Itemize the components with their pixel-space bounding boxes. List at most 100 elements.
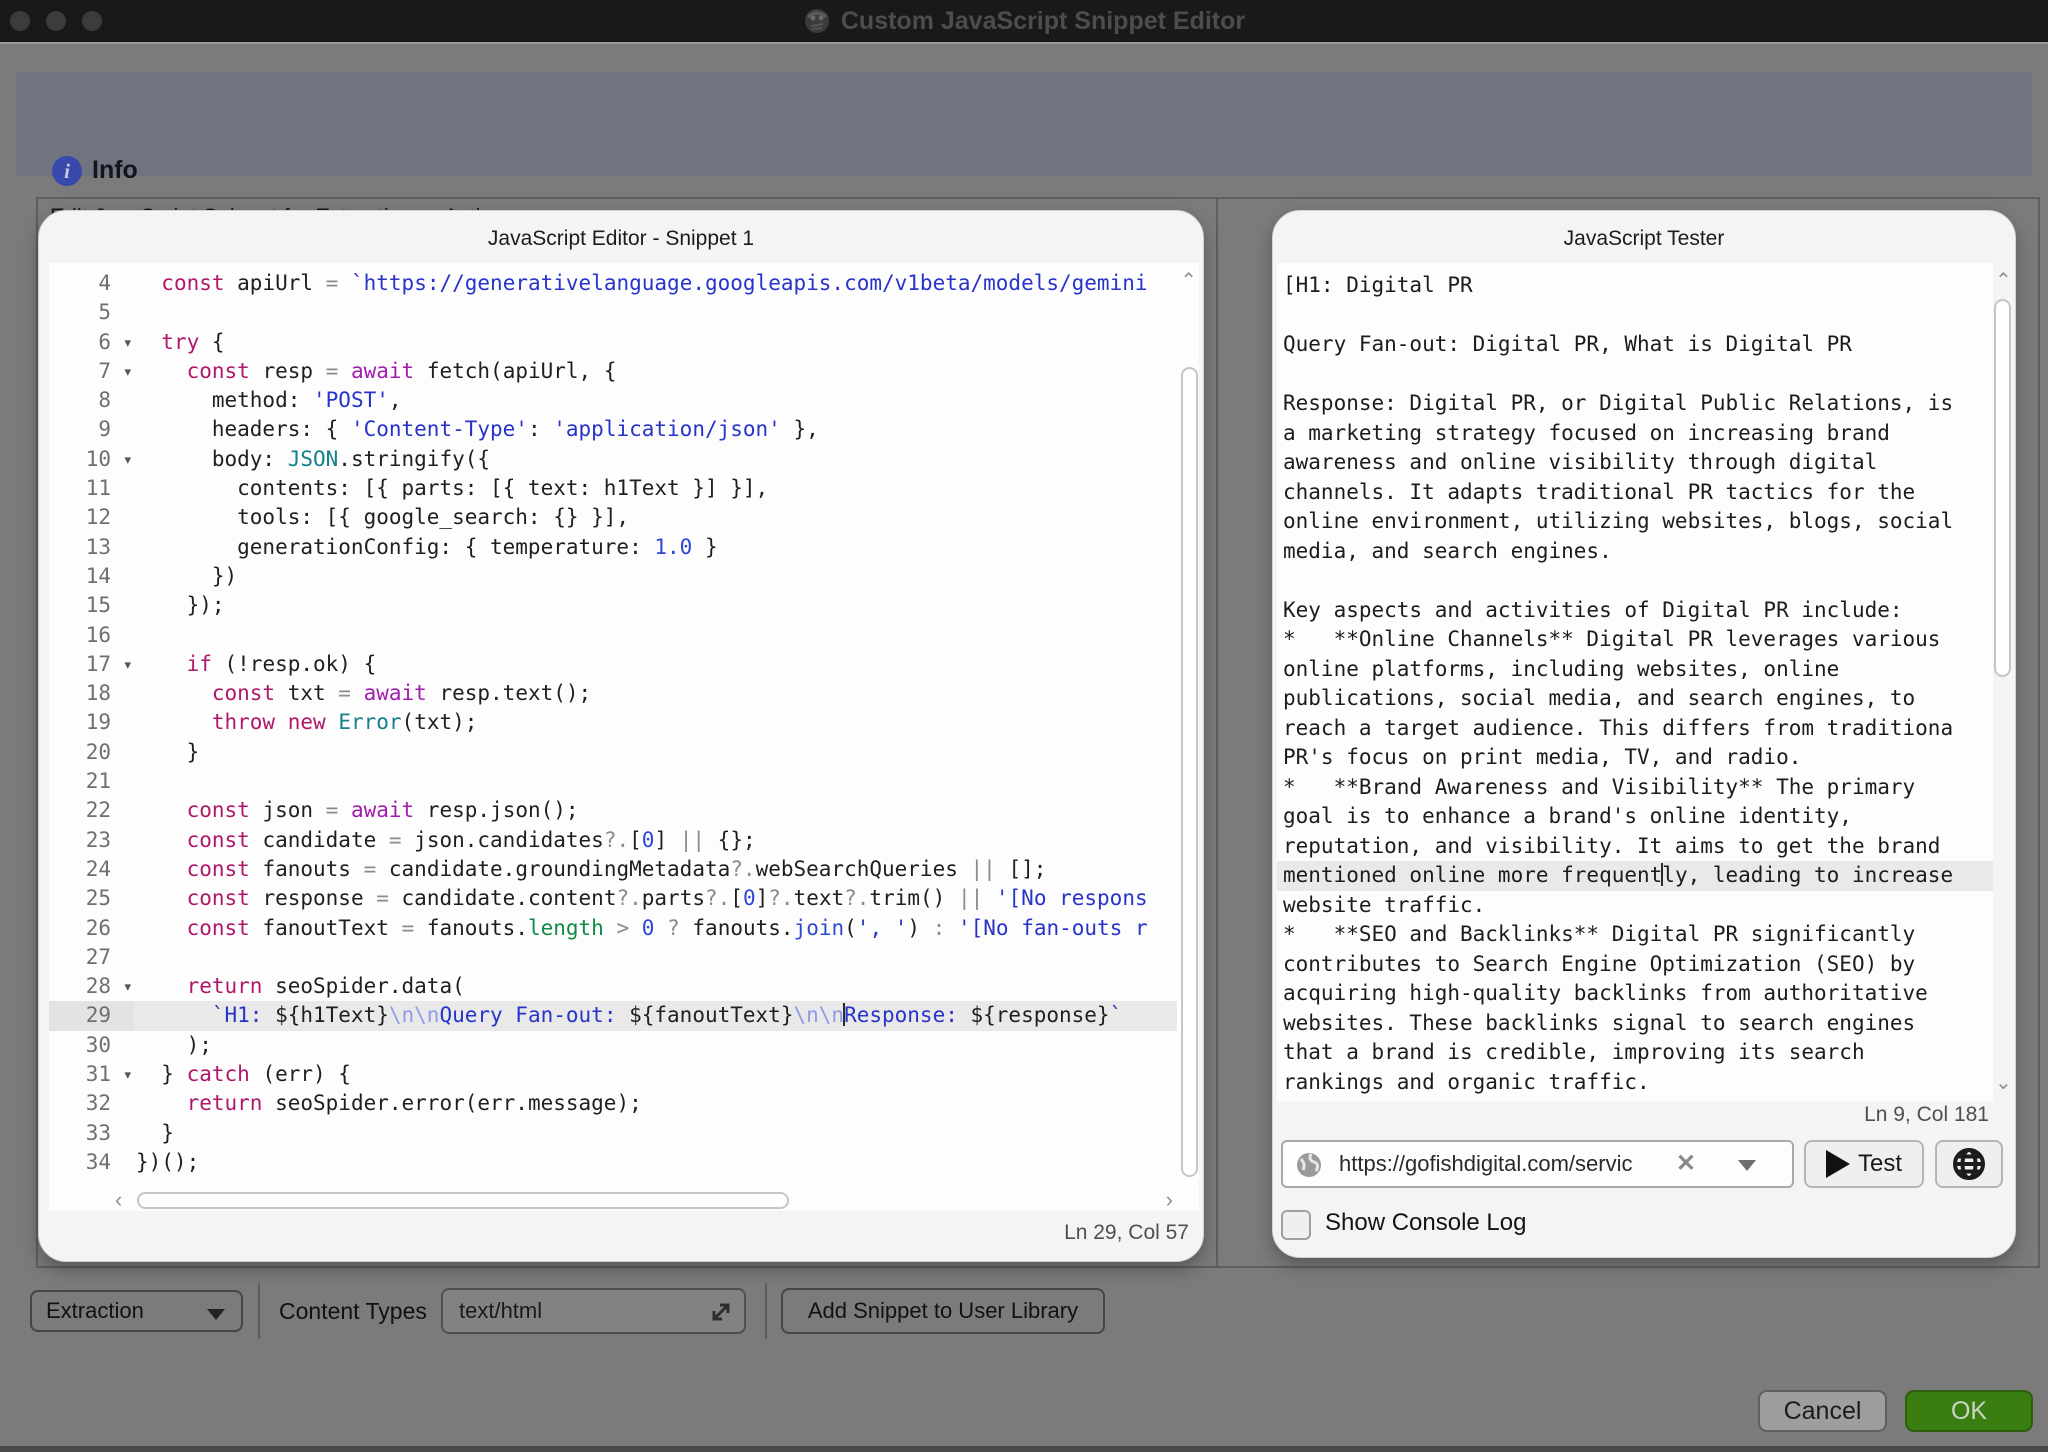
gutter-line-number: 17▾ xyxy=(49,650,133,679)
code-editor-area[interactable]: 456▾7▾8910▾11121314151617▾18192021222324… xyxy=(49,263,1199,1211)
fold-marker-icon[interactable]: ▾ xyxy=(124,650,131,679)
tester-line[interactable]: Key aspects and activities of Digital PR… xyxy=(1277,596,1993,626)
tester-line[interactable]: * **Online Channels** Digital PR leverag… xyxy=(1277,625,1993,655)
play-icon xyxy=(1826,1150,1850,1178)
code-line[interactable]: throw new Error(txt); xyxy=(133,708,1177,737)
code-line[interactable]: const resp = await fetch(apiUrl, { xyxy=(133,357,1177,386)
tester-line[interactable]: * **Brand Awareness and Visibility** The… xyxy=(1277,773,1993,803)
url-dropdown-icon[interactable] xyxy=(1738,1160,1756,1171)
code-line[interactable]: contents: [{ parts: [{ text: h1Text }] }… xyxy=(133,474,1177,503)
tester-line[interactable]: reach a target audience. This differs fr… xyxy=(1277,714,1993,744)
code-line[interactable]: }) xyxy=(133,562,1177,591)
code-line[interactable]: body: JSON.stringify({ xyxy=(133,445,1177,474)
tester-line[interactable]: websites. These backlinks signal to sear… xyxy=(1277,1009,1993,1039)
tester-line[interactable]: media, and search engines. xyxy=(1277,537,1993,567)
code-line[interactable]: } xyxy=(133,1119,1177,1148)
fold-marker-icon[interactable]: ▾ xyxy=(124,972,131,1001)
code-line[interactable]: return seoSpider.data( xyxy=(133,972,1177,1001)
panel-split-divider[interactable] xyxy=(1216,197,1218,1268)
tester-line[interactable]: rankings and organic traffic. xyxy=(1277,1068,1993,1098)
test-button[interactable]: Test xyxy=(1804,1140,1924,1188)
code-line[interactable]: if (!resp.ok) { xyxy=(133,650,1177,679)
content-types-input[interactable]: text/html xyxy=(441,1288,746,1334)
code-line[interactable]: const fanoutText = fanouts.length > 0 ? … xyxy=(133,914,1177,943)
code-line[interactable]: } catch (err) { xyxy=(133,1060,1177,1089)
tester-scroll-up-icon[interactable]: ⌃ xyxy=(1995,271,2012,291)
tester-line[interactable]: online environment, utilizing websites, … xyxy=(1277,507,1993,537)
chevron-down-icon xyxy=(207,1309,225,1320)
code-line[interactable]: } xyxy=(133,738,1177,767)
tester-line[interactable] xyxy=(1277,360,1993,390)
tester-line[interactable]: goal is to enhance a brand's online iden… xyxy=(1277,802,1993,832)
tester-line[interactable] xyxy=(1277,566,1993,596)
fold-marker-icon[interactable]: ▾ xyxy=(124,445,131,474)
tester-line[interactable]: [H1: Digital PR xyxy=(1277,271,1993,301)
code-line[interactable]: const fanouts = candidate.groundingMetad… xyxy=(133,855,1177,884)
tester-output-area[interactable]: [H1: Digital PR Query Fan-out: Digital PR… xyxy=(1277,263,1993,1101)
tester-line[interactable] xyxy=(1277,301,1993,331)
code-line[interactable]: `H1: ${h1Text}\n\nQuery Fan-out: ${fanou… xyxy=(133,1001,1177,1030)
add-snippet-to-user-library-button[interactable]: Add Snippet to User Library xyxy=(781,1288,1105,1334)
code-line[interactable]: }); xyxy=(133,591,1177,620)
clear-url-icon[interactable]: ✕ xyxy=(1676,1149,1696,1178)
extraction-select-value: Extraction xyxy=(46,1298,144,1324)
editor-vertical-scrollbar[interactable] xyxy=(1181,367,1198,1177)
code-line[interactable]: tools: [{ google_search: {} }], xyxy=(133,503,1177,532)
tester-vertical-scrollbar[interactable] xyxy=(1994,299,2011,677)
code-line[interactable]: return seoSpider.error(err.message); xyxy=(133,1089,1177,1118)
fold-marker-icon[interactable]: ▾ xyxy=(124,357,131,386)
tester-line[interactable]: Response: Digital PR, or Digital Public … xyxy=(1277,389,1993,419)
code-line[interactable] xyxy=(133,298,1177,327)
code-line[interactable]: const json = await resp.json(); xyxy=(133,796,1177,825)
tester-line[interactable]: acquiring high-quality backlinks from au… xyxy=(1277,979,1993,1009)
gutter-line-number: 9 xyxy=(49,415,133,444)
tester-line[interactable]: online platforms, including websites, on… xyxy=(1277,655,1993,685)
editor-scroll-left-icon[interactable]: ‹ xyxy=(115,1187,122,1211)
cancel-button[interactable]: Cancel xyxy=(1758,1390,1887,1432)
tester-line[interactable]: awareness and online visibility through … xyxy=(1277,448,1993,478)
tester-line[interactable]: PR's focus on print media, TV, and radio… xyxy=(1277,743,1993,773)
code-line[interactable] xyxy=(133,621,1177,650)
code-line[interactable] xyxy=(133,943,1177,972)
code-line[interactable]: ); xyxy=(133,1031,1177,1060)
code-line[interactable]: generationConfig: { temperature: 1.0 } xyxy=(133,533,1177,562)
window-bottom-edge xyxy=(0,1446,2048,1452)
footer-divider xyxy=(765,1283,767,1339)
editor-scroll-up-icon[interactable]: ⌃ xyxy=(1180,271,1197,291)
extraction-mode-select[interactable]: Extraction xyxy=(30,1290,243,1332)
editor-scroll-right-icon[interactable]: › xyxy=(1166,1187,1173,1211)
tester-line[interactable]: channels. It adapts traditional PR tacti… xyxy=(1277,478,1993,508)
expand-icon[interactable] xyxy=(708,1299,734,1325)
code-line[interactable]: })(); xyxy=(133,1148,1177,1177)
code-line[interactable]: headers: { 'Content-Type': 'application/… xyxy=(133,415,1177,444)
ok-button[interactable]: OK xyxy=(1905,1390,2033,1432)
tester-scroll-down-icon[interactable]: ⌄ xyxy=(1995,1073,2012,1093)
code-line[interactable]: const apiUrl = `https://generativelangua… xyxy=(133,269,1177,298)
code-line[interactable]: const txt = await resp.text(); xyxy=(133,679,1177,708)
tester-line[interactable]: website traffic. xyxy=(1277,891,1993,921)
code-line[interactable] xyxy=(133,767,1177,796)
tester-line[interactable]: that a brand is credible, improving its … xyxy=(1277,1038,1993,1068)
editor-code[interactable]: const apiUrl = `https://generativelangua… xyxy=(133,269,1177,1187)
code-line[interactable]: const response = candidate.content?.part… xyxy=(133,884,1177,913)
editor-cursor-position: Ln 29, Col 57 xyxy=(1064,1221,1189,1245)
fold-marker-icon[interactable]: ▾ xyxy=(124,1060,131,1089)
editor-horizontal-scrollbar[interactable] xyxy=(137,1192,789,1209)
tester-line[interactable]: contributes to Search Engine Optimizatio… xyxy=(1277,950,1993,980)
gutter-line-number: 24 xyxy=(49,855,133,884)
add-snippet-label: Add Snippet to User Library xyxy=(808,1298,1078,1324)
code-line[interactable]: method: 'POST', xyxy=(133,386,1177,415)
tester-line[interactable]: mentioned online more frequently, leadin… xyxy=(1277,861,1993,891)
test-url-input[interactable]: https://gofishdigital.com/servic ✕ xyxy=(1281,1140,1794,1188)
code-line[interactable]: const candidate = json.candidates?.[0] |… xyxy=(133,826,1177,855)
tester-line[interactable]: reputation, and visibility. It aims to g… xyxy=(1277,832,1993,862)
tester-line[interactable]: publications, social media, and search e… xyxy=(1277,684,1993,714)
tester-line[interactable]: * **SEO and Backlinks** Digital PR signi… xyxy=(1277,920,1993,950)
tester-line[interactable]: a marketing strategy focused on increasi… xyxy=(1277,419,1993,449)
open-in-browser-button[interactable] xyxy=(1935,1140,2003,1188)
show-console-log-checkbox[interactable] xyxy=(1281,1210,1311,1240)
info-banner-title: Info xyxy=(92,156,138,185)
fold-marker-icon[interactable]: ▾ xyxy=(124,328,131,357)
code-line[interactable]: try { xyxy=(133,328,1177,357)
tester-line[interactable]: Query Fan-out: Digital PR, What is Digit… xyxy=(1277,330,1993,360)
